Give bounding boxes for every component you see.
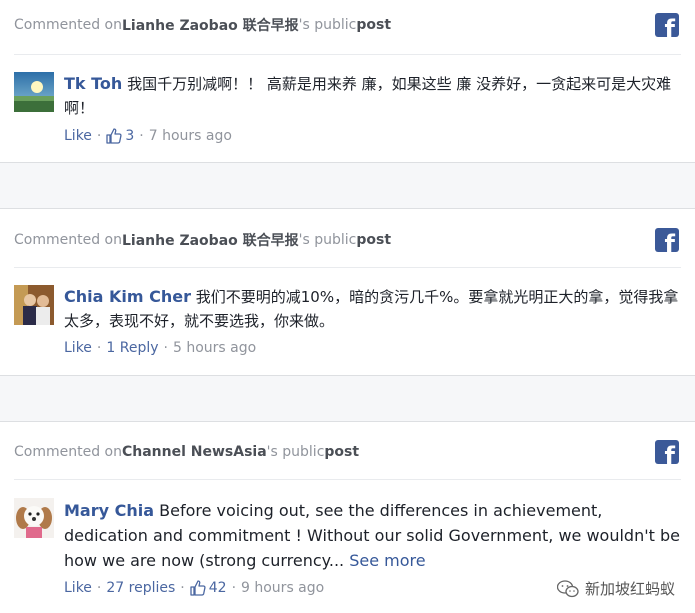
replies-link[interactable]: 27 replies bbox=[106, 580, 175, 596]
separator: · bbox=[96, 128, 102, 144]
like-count[interactable]: 3 bbox=[125, 128, 134, 144]
wechat-icon bbox=[556, 579, 579, 597]
separator: · bbox=[96, 340, 102, 356]
thumbs-up-icon bbox=[106, 128, 122, 144]
comment-actions: Like · 3 · 7 hours ago bbox=[64, 128, 232, 144]
comment-author[interactable]: Chia Kim Cher bbox=[64, 287, 191, 306]
header-prefix: Commented on bbox=[14, 444, 122, 460]
divider bbox=[14, 54, 681, 55]
separator: · bbox=[231, 580, 237, 596]
page-link[interactable]: Lianhe Zaobao 联合早报 bbox=[122, 15, 299, 35]
thumbs-up-icon bbox=[190, 580, 206, 596]
like-button[interactable]: Like bbox=[64, 580, 92, 596]
separator: · bbox=[180, 580, 185, 596]
watermark: 新加坡红蚂蚁 bbox=[556, 578, 675, 599]
page-link[interactable]: Channel NewsAsia bbox=[122, 444, 267, 460]
avatar[interactable] bbox=[14, 72, 54, 112]
replies-link[interactable]: 1 Reply bbox=[106, 340, 158, 356]
like-button[interactable]: Like bbox=[64, 128, 92, 144]
post-link[interactable]: post bbox=[356, 17, 391, 33]
post-header: Commented on Lianhe Zaobao 联合早报 's publi… bbox=[14, 0, 391, 50]
separator: · bbox=[139, 128, 144, 144]
see-more-link[interactable]: See more bbox=[349, 551, 425, 570]
facebook-logo-icon[interactable]: f bbox=[655, 13, 679, 37]
comment-time[interactable]: 9 hours ago bbox=[241, 580, 324, 596]
avatar[interactable] bbox=[14, 285, 54, 325]
comment-actions: Like · 1 Reply · 5 hours ago bbox=[64, 340, 256, 356]
comment-actions: Like · 27 replies · 42 · 9 hours ago bbox=[64, 580, 324, 596]
feed-gap bbox=[0, 375, 695, 422]
header-suffix: 's public bbox=[266, 444, 325, 460]
post-card-1: Commented on Lianhe Zaobao 联合早报 's publi… bbox=[0, 0, 695, 162]
facebook-logo-icon[interactable]: f bbox=[655, 440, 679, 464]
comment-time[interactable]: 5 hours ago bbox=[173, 340, 256, 356]
comment-author[interactable]: Tk Toh bbox=[64, 74, 122, 93]
post-header: Commented on Lianhe Zaobao 联合早报 's publi… bbox=[14, 215, 391, 265]
header-prefix: Commented on bbox=[14, 17, 122, 33]
like-count[interactable]: 42 bbox=[209, 580, 227, 596]
comment-text: Chia Kim Cher 我们不要明的减10%，暗的贪污几千%。要拿就光明正大… bbox=[64, 285, 683, 333]
post-card-2: Commented on Lianhe Zaobao 联合早报 's publi… bbox=[0, 209, 695, 375]
divider bbox=[14, 479, 681, 480]
header-suffix: 's public bbox=[298, 232, 357, 248]
comment-text: Mary Chia Before voicing out, see the di… bbox=[64, 498, 683, 573]
divider bbox=[14, 267, 681, 268]
comment-author[interactable]: Mary Chia bbox=[64, 501, 154, 520]
header-suffix: 's public bbox=[298, 17, 357, 33]
like-button[interactable]: Like bbox=[64, 340, 92, 356]
feed-gap bbox=[0, 162, 695, 209]
header-prefix: Commented on bbox=[14, 232, 122, 248]
separator: · bbox=[163, 340, 168, 356]
comment-time[interactable]: 7 hours ago bbox=[149, 128, 232, 144]
separator: · bbox=[96, 580, 102, 596]
watermark-text: 新加坡红蚂蚁 bbox=[584, 580, 675, 598]
comment-text: Tk Toh 我国千万别减啊！！ 高薪是用来养 廉，如果这些 廉 没养好，一贪起… bbox=[64, 72, 683, 120]
post-link[interactable]: post bbox=[356, 232, 391, 248]
page-link[interactable]: Lianhe Zaobao 联合早报 bbox=[122, 230, 299, 250]
post-link[interactable]: post bbox=[324, 444, 359, 460]
post-header: Commented on Channel NewsAsia 's public … bbox=[14, 427, 359, 477]
facebook-logo-icon[interactable]: f bbox=[655, 228, 679, 252]
comment-message: 我国千万别减啊！！ 高薪是用来养 廉，如果这些 廉 没养好，一贪起来可是大灾难啊… bbox=[64, 75, 672, 117]
avatar[interactable] bbox=[14, 498, 54, 538]
